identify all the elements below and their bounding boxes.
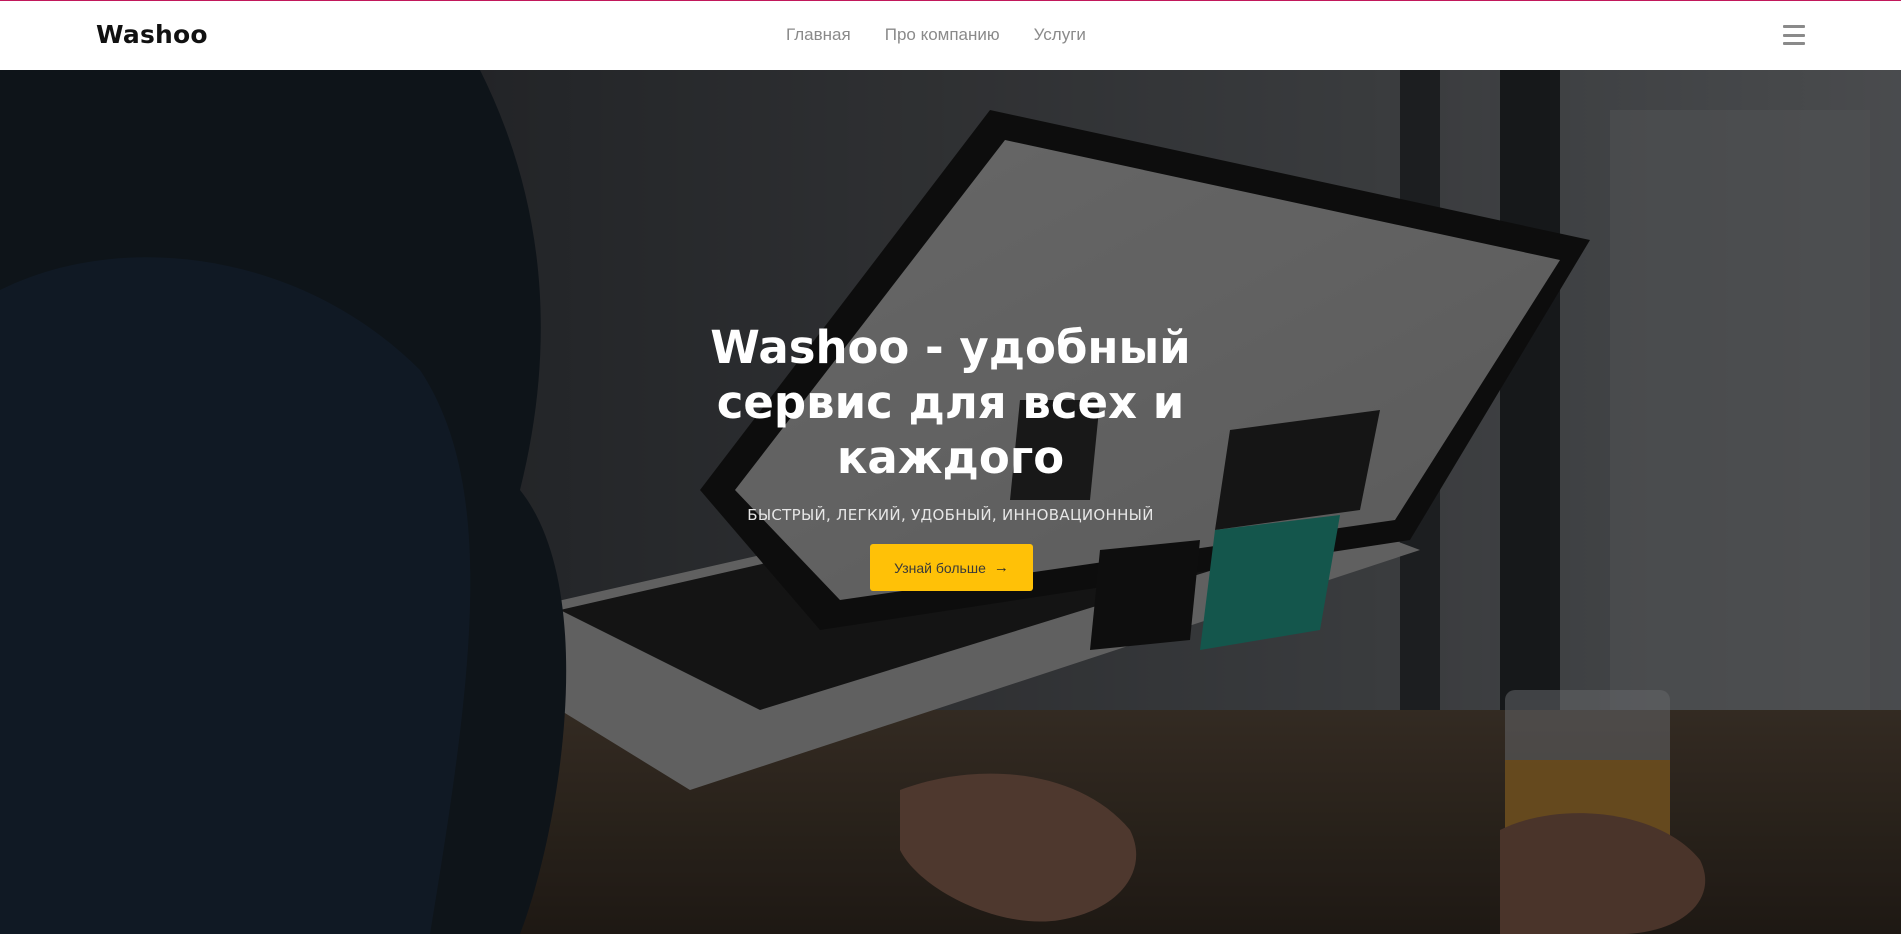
- hero-subtitle: БЫСТРЫЙ, ЛЕГКИЙ, УДОБНЫЙ, ИННОВАЦИОННЫЙ: [747, 506, 1154, 524]
- learn-more-button[interactable]: Узнай больше →: [870, 544, 1033, 591]
- hero-title: Washoo - удобный сервис для всех и каждо…: [710, 321, 1191, 484]
- nav-link-about[interactable]: Про компанию: [885, 25, 1000, 45]
- hamburger-bar: [1783, 42, 1805, 45]
- hero-content: Washoo - удобный сервис для всех и каждо…: [0, 70, 1901, 934]
- page: Washoo Главная Про компанию Услуги Washo…: [0, 0, 1901, 934]
- arrow-right-icon: →: [993, 559, 1009, 576]
- nav-link-home[interactable]: Главная: [786, 25, 851, 45]
- main-nav: Главная Про компанию Услуги: [786, 25, 1086, 45]
- learn-more-label: Узнай больше: [894, 559, 986, 576]
- top-navbar: Washoo Главная Про компанию Услуги: [0, 0, 1901, 70]
- brand-logo[interactable]: Washoo: [96, 20, 208, 49]
- hero-section: Washoo - удобный сервис для всех и каждо…: [0, 70, 1901, 934]
- hamburger-bar: [1783, 25, 1805, 28]
- hamburger-menu-icon[interactable]: [1783, 25, 1805, 45]
- hamburger-bar: [1783, 33, 1805, 37]
- nav-link-services[interactable]: Услуги: [1034, 25, 1086, 45]
